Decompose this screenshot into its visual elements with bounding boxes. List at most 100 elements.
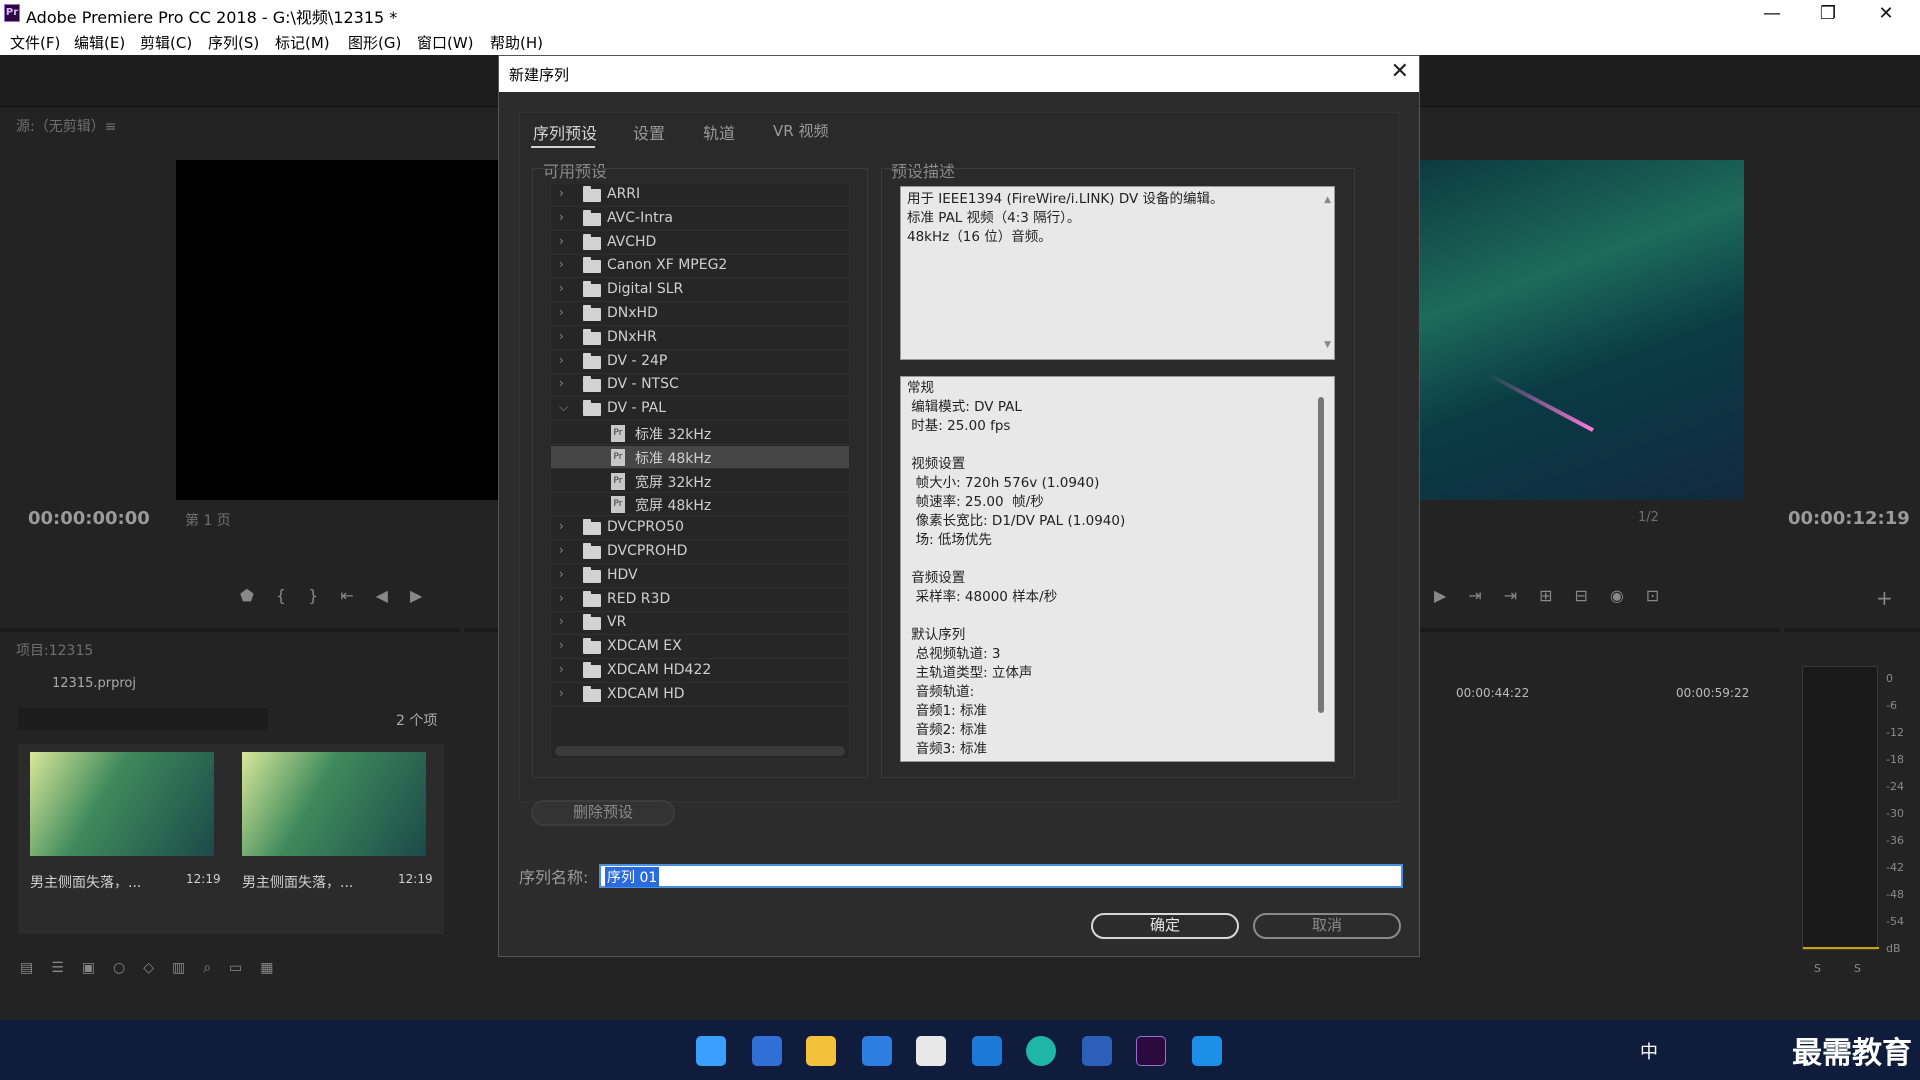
- app-icon[interactable]: [972, 1036, 1002, 1066]
- project-search-input[interactable]: [18, 708, 268, 730]
- preset-folder[interactable]: › HDV: [551, 565, 849, 588]
- program-zoom-select[interactable]: 1/2: [1638, 510, 1659, 525]
- preset-folder[interactable]: › ARRI: [551, 184, 849, 207]
- menu-window[interactable]: 窗口(W): [417, 32, 474, 53]
- preset-detail-line: 编辑模式: DV PAL: [907, 399, 1022, 415]
- chevron-right-icon[interactable]: ›: [559, 567, 564, 581]
- tree-horizontal-scrollbar[interactable]: [555, 746, 845, 756]
- clip-name[interactable]: 男主侧面失落，...: [242, 872, 353, 892]
- scroll-up-icon[interactable]: ▲: [1324, 191, 1331, 210]
- preset-folder[interactable]: › XDCAM HD422: [551, 660, 849, 683]
- phone-link-icon[interactable]: [1192, 1036, 1222, 1066]
- edge-icon[interactable]: [1026, 1036, 1056, 1066]
- clip-thumbnail[interactable]: [242, 752, 426, 856]
- source-page-select[interactable]: 第 1 页: [185, 510, 231, 530]
- ime-indicator[interactable]: 中: [1640, 1038, 1658, 1064]
- preset-folder[interactable]: › XDCAM EX: [551, 636, 849, 660]
- preset-item[interactable]: Pr 标准 32kHz: [551, 422, 849, 445]
- folder-icon: [583, 614, 601, 631]
- project-toolbar[interactable]: ▤☰▣○◇▥⌕▭▦: [20, 960, 292, 976]
- menu-graphics[interactable]: 图形(G): [348, 32, 401, 53]
- sequence-name-input[interactable]: 序列 01: [599, 864, 1403, 888]
- preset-folder[interactable]: › DVCPROHD: [551, 541, 849, 564]
- preset-folder[interactable]: › DV - NTSC: [551, 374, 849, 398]
- clip-thumbnail[interactable]: [30, 752, 214, 856]
- preset-item[interactable]: Pr 宽屏 48kHz: [551, 493, 849, 517]
- preset-folder[interactable]: › DV - 24P: [551, 351, 849, 374]
- preset-folder[interactable]: › AVCHD: [551, 232, 849, 255]
- sequence-name-value: 序列 01: [605, 867, 660, 887]
- chevron-right-icon[interactable]: ›: [559, 638, 564, 652]
- menu-edit[interactable]: 编辑(E): [74, 32, 125, 53]
- preset-label: Digital SLR: [607, 281, 684, 298]
- chevron-right-icon[interactable]: ›: [559, 234, 564, 248]
- store-icon[interactable]: [916, 1036, 946, 1066]
- premiere-taskbar-icon[interactable]: [1136, 1036, 1166, 1066]
- chevron-right-icon[interactable]: ›: [559, 305, 564, 319]
- mail-icon[interactable]: [862, 1036, 892, 1066]
- menu-file[interactable]: 文件(F): [10, 32, 60, 53]
- chevron-right-icon[interactable]: ›: [559, 519, 564, 533]
- chevron-right-icon[interactable]: ›: [559, 186, 564, 200]
- preset-item[interactable]: Pr 宽屏 32kHz: [551, 470, 849, 493]
- maximize-button[interactable]: ❐: [1800, 0, 1856, 30]
- close-window-button[interactable]: ✕: [1858, 0, 1914, 30]
- chevron-down-icon[interactable]: ⌵: [559, 400, 568, 415]
- chevron-right-icon[interactable]: ›: [559, 281, 564, 295]
- delete-preset-button[interactable]: 删除预设: [531, 800, 675, 826]
- chevron-right-icon[interactable]: ›: [559, 686, 564, 700]
- menu-marker[interactable]: 标记(M): [275, 32, 330, 53]
- preset-item[interactable]: Pr 标准 48kHz: [551, 445, 849, 469]
- tab-vr-video[interactable]: VR 视频: [773, 120, 828, 141]
- chevron-right-icon[interactable]: ›: [559, 614, 564, 628]
- preset-folder[interactable]: › AVC-Intra: [551, 208, 849, 231]
- start-icon[interactable]: [696, 1036, 726, 1066]
- source-transport-controls[interactable]: ⬟{}⇤◀▶: [240, 586, 444, 605]
- program-timecode[interactable]: 00:00:12:19: [1788, 508, 1910, 529]
- file-explorer-icon[interactable]: [806, 1036, 836, 1066]
- details-scrollbar[interactable]: [1318, 397, 1324, 713]
- menu-help[interactable]: 帮助(H): [490, 32, 543, 53]
- project-panel-title[interactable]: 项目:12315: [16, 640, 93, 660]
- word-icon[interactable]: [1082, 1036, 1112, 1066]
- solo-button[interactable]: S: [1814, 962, 1821, 975]
- preset-detail-line: 常规: [907, 380, 934, 396]
- preset-folder[interactable]: › DVCPRO50: [551, 517, 849, 541]
- preset-file-icon: Pr: [611, 496, 625, 514]
- preset-folder[interactable]: › Canon XF MPEG2: [551, 255, 849, 279]
- clip-name[interactable]: 男主侧面失落，...: [30, 872, 141, 892]
- source-timecode[interactable]: 00:00:00:00: [28, 508, 150, 529]
- program-transport-controls[interactable]: ▶⇥⇥⊞⊟◉⊡: [1434, 586, 1681, 605]
- solo-button[interactable]: S: [1854, 962, 1861, 975]
- dialog-close-icon[interactable]: ✕: [1391, 59, 1409, 84]
- cancel-button[interactable]: 取消: [1253, 913, 1401, 939]
- chevron-right-icon[interactable]: ›: [559, 543, 564, 557]
- tab-sequence-presets[interactable]: 序列预设: [533, 120, 597, 144]
- menu-clip[interactable]: 剪辑(C): [140, 32, 192, 53]
- preset-folder[interactable]: › RED R3D: [551, 589, 849, 612]
- chevron-right-icon[interactable]: ›: [559, 591, 564, 605]
- add-button[interactable]: +: [1876, 586, 1893, 610]
- chevron-right-icon[interactable]: ›: [559, 329, 564, 343]
- chevron-right-icon[interactable]: ›: [559, 353, 564, 367]
- preset-folder[interactable]: › XDCAM HD: [551, 684, 849, 707]
- chevron-right-icon[interactable]: ›: [559, 257, 564, 271]
- widgets-icon[interactable]: [752, 1036, 782, 1066]
- audio-meter-bars: [1802, 666, 1879, 950]
- minimize-button[interactable]: —: [1744, 0, 1800, 30]
- menu-sequence[interactable]: 序列(S): [208, 32, 259, 53]
- chevron-right-icon[interactable]: ›: [559, 376, 564, 390]
- chevron-right-icon[interactable]: ›: [559, 210, 564, 224]
- source-panel-title[interactable]: 源:（无剪辑）≡: [16, 116, 116, 136]
- chevron-right-icon[interactable]: ›: [559, 662, 564, 676]
- ok-button[interactable]: 确定: [1091, 913, 1239, 939]
- preset-tree[interactable]: › ARRI › AVC-Intra › AVCHD › Canon XF MPEG2 › Dig…: [551, 184, 849, 758]
- preset-folder[interactable]: › DNxHR: [551, 327, 849, 350]
- preset-folder[interactable]: ⌵ DV - PAL: [551, 398, 849, 422]
- scroll-down-icon[interactable]: ▼: [1324, 336, 1331, 355]
- tab-tracks[interactable]: 轨道: [703, 120, 735, 144]
- preset-folder[interactable]: › Digital SLR: [551, 279, 849, 303]
- preset-folder[interactable]: › VR: [551, 612, 849, 636]
- preset-folder[interactable]: › DNxHD: [551, 303, 849, 326]
- tab-settings[interactable]: 设置: [633, 120, 665, 144]
